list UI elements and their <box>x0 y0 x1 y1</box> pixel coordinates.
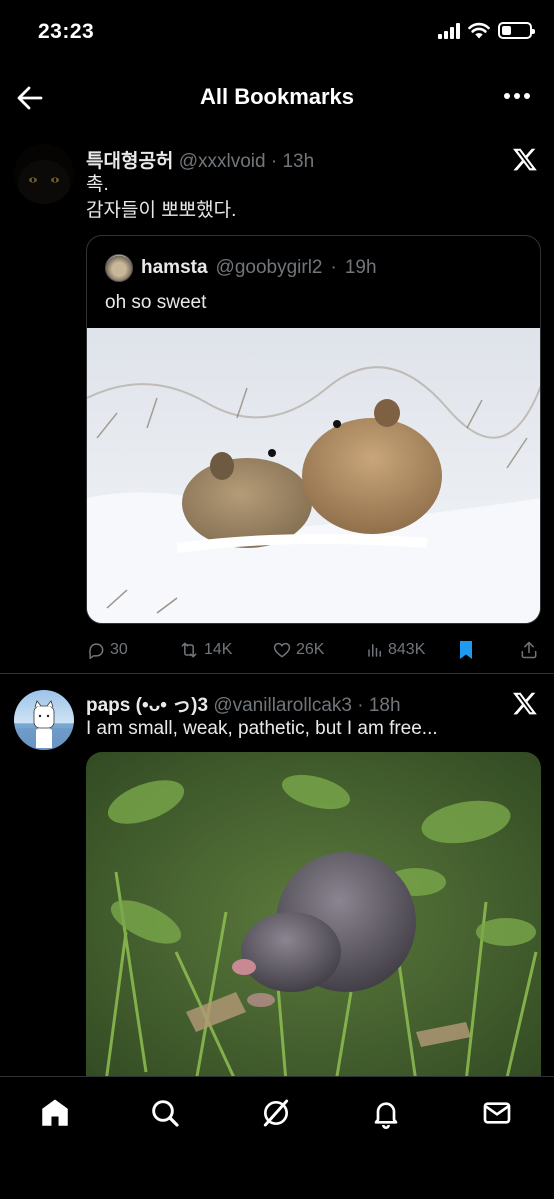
cat-avatar-image <box>14 144 74 204</box>
x-logo-icon <box>512 692 537 715</box>
pika-photo[interactable] <box>87 328 541 624</box>
retweet-count: 14K <box>204 641 233 658</box>
separator-dot: · <box>330 257 337 278</box>
share-button[interactable] <box>519 636 539 664</box>
messages-icon <box>483 1102 511 1124</box>
wifi-icon <box>468 22 490 39</box>
page-title: All Bookmarks <box>199 84 355 109</box>
tweet-text: 촉. 감자들이 뽀뽀했다. <box>86 172 538 224</box>
bookmark-button[interactable] <box>458 636 474 664</box>
tweet[interactable]: paps (•ᴗ• っ)3 @vanillarollcak3 · 18h I a… <box>0 676 554 1076</box>
tweet[interactable]: 특대형공허 @xxxlvoid · 13h 촉. 감자들이 뽀뽀했다. hams… <box>0 136 554 674</box>
reply-count: 30 <box>110 641 128 658</box>
more-button[interactable] <box>504 93 530 99</box>
retweet-icon <box>181 642 197 658</box>
like-count: 26K <box>296 641 325 658</box>
avatar[interactable] <box>14 690 74 750</box>
mole-photo[interactable] <box>86 752 541 1076</box>
status-bar: 23:23 <box>0 0 554 66</box>
quoted-handle: @goobygirl2 <box>215 257 323 278</box>
views-button[interactable]: 843K <box>366 636 425 664</box>
tweet-actions: 30 14K 26K 843K <box>86 636 541 664</box>
heart-icon <box>273 642 291 658</box>
x-logo-icon <box>512 148 537 171</box>
avatar[interactable] <box>14 144 74 204</box>
quoted-avatar <box>105 254 133 282</box>
tweet-text-line: 감자들이 뽀뽀했다. <box>86 200 237 221</box>
tweet-header: 특대형공허 @xxxlvoid · 13h <box>86 146 494 173</box>
status-icons <box>438 22 535 39</box>
bookmark-filled-icon <box>460 641 472 659</box>
separator-dot: · <box>357 695 364 716</box>
timestamp[interactable]: 18h <box>369 695 401 716</box>
mole-in-grass-image <box>86 752 541 1076</box>
home-icon <box>42 1099 68 1126</box>
handle[interactable]: @vanillarollcak3 <box>213 695 352 716</box>
share-icon <box>521 641 537 659</box>
bottom-navigation <box>0 1076 554 1199</box>
quoted-tweet[interactable]: hamsta @goobygirl2 · 19h oh so sweet <box>86 235 541 624</box>
reply-button[interactable]: 30 <box>86 636 128 664</box>
battery-icon <box>498 22 535 39</box>
header: All Bookmarks <box>0 66 554 130</box>
view-count: 843K <box>388 641 426 658</box>
cellular-signal-icon <box>438 22 460 39</box>
display-name[interactable]: paps (•ᴗ• っ)3 <box>86 695 208 716</box>
grok-icon <box>263 1099 289 1127</box>
nav-messages[interactable] <box>479 1095 515 1131</box>
search-icon <box>152 1100 179 1127</box>
display-name[interactable]: 특대형공허 <box>86 151 173 172</box>
nav-grok[interactable] <box>258 1095 294 1131</box>
like-button[interactable]: 26K <box>272 636 324 664</box>
tweet-text: I am small, weak, pathetic, but I am fre… <box>86 718 438 739</box>
tweet-header: paps (•ᴗ• っ)3 @vanillarollcak3 · 18h <box>86 690 494 717</box>
separator-dot: · <box>270 151 278 172</box>
status-time: 23:23 <box>38 20 95 43</box>
battery-level <box>502 26 511 35</box>
handle[interactable]: @xxxlvoid <box>179 151 266 172</box>
tweet-divider <box>0 673 554 674</box>
tweet-text-line: 촉. <box>86 174 109 195</box>
more-horizontal-icon <box>504 93 510 99</box>
nav-search[interactable] <box>147 1095 183 1131</box>
nav-notifications[interactable] <box>368 1095 404 1131</box>
quoted-timestamp: 19h <box>344 257 377 278</box>
views-chart-icon <box>368 644 381 657</box>
nav-home[interactable] <box>37 1095 73 1131</box>
quoted-tweet-text: oh so sweet <box>105 292 207 313</box>
quoted-display-name: hamsta <box>141 257 208 278</box>
retweet-button[interactable]: 14K <box>178 636 232 664</box>
quoted-tweet-header: hamsta @goobygirl2 · 19h <box>105 254 377 282</box>
reply-icon <box>89 643 104 660</box>
cartoon-character-avatar-image <box>14 700 74 750</box>
timestamp[interactable]: 13h <box>282 151 314 172</box>
notifications-icon <box>374 1102 398 1129</box>
